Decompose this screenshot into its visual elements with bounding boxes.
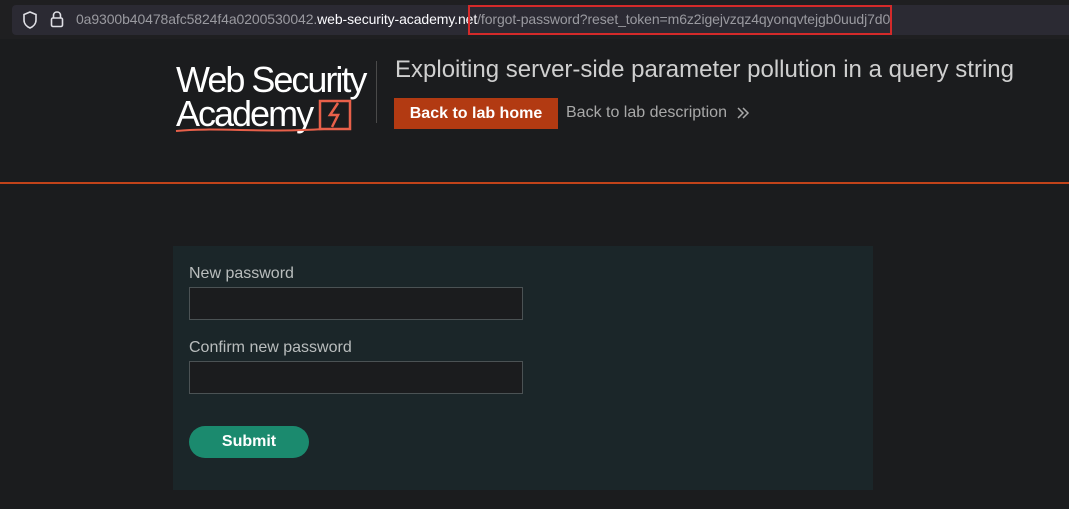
back-to-lab-home-button[interactable]: Back to lab home <box>394 98 558 129</box>
lock-icon[interactable] <box>50 10 64 28</box>
url-domain: web-security-academy.net <box>317 11 478 27</box>
lab-title: Exploiting server-side parameter polluti… <box>395 56 1014 83</box>
shield-icon[interactable] <box>22 11 38 29</box>
url-path-highlight-box <box>468 5 892 35</box>
browser-url-bar: 0a9300b40478afc5824f4a0200530042.web-sec… <box>0 0 1069 39</box>
submit-button[interactable]: Submit <box>189 426 309 458</box>
confirm-password-input[interactable] <box>189 361 523 394</box>
header-rule <box>0 182 1069 184</box>
reset-password-form: New password Confirm new password Submit <box>173 246 873 490</box>
confirm-password-label: Confirm new password <box>189 339 352 356</box>
url-subdomain: 0a9300b40478afc5824f4a0200530042. <box>76 11 318 27</box>
double-chevron-right-icon[interactable] <box>736 106 750 120</box>
web-security-academy-logo[interactable]: Web Security Academy <box>174 59 384 139</box>
header-divider <box>376 61 377 123</box>
logo-underline-icon <box>175 128 325 132</box>
new-password-input[interactable] <box>189 287 523 320</box>
lab-header: Web Security Academy Exploiting server-s… <box>0 39 1069 183</box>
new-password-label: New password <box>189 265 294 282</box>
back-to-lab-description-link[interactable]: Back to lab description <box>566 104 727 122</box>
